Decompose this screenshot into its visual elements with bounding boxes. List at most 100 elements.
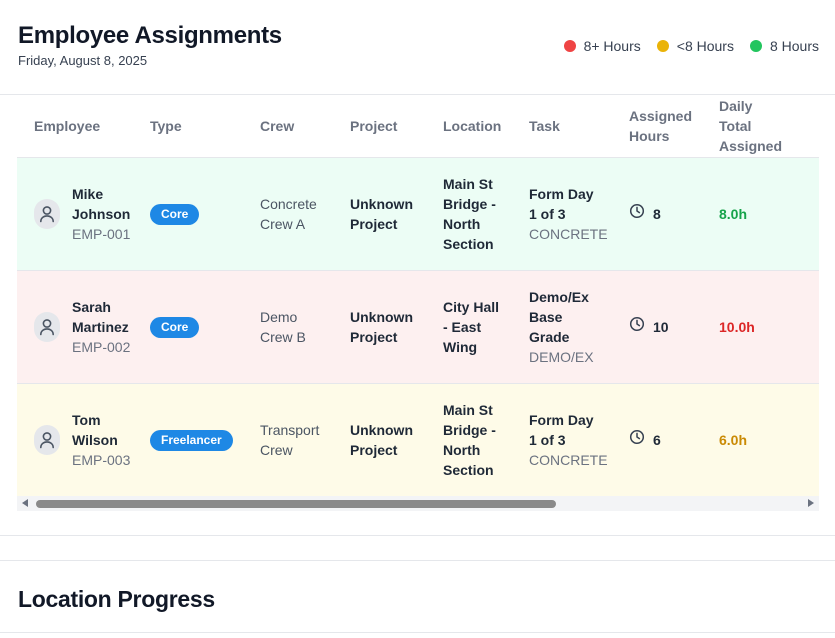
task-category: DEMO/EX: [529, 348, 594, 365]
column-header-project[interactable]: Project: [350, 96, 443, 158]
employee-cell: Tom Wilson EMP-003: [17, 383, 150, 496]
assigned-hours-value: 10: [653, 318, 669, 335]
crew-line: Transport: [260, 421, 320, 438]
scroll-left-arrow-icon[interactable]: [22, 499, 28, 507]
location-line: Main St: [443, 175, 493, 192]
divider: [0, 560, 835, 561]
column-header-crew[interactable]: Crew: [260, 96, 350, 158]
task-cell: Form Day 1 of 3 CONCRETE: [529, 383, 629, 496]
user-icon: [34, 198, 60, 229]
employee-name-last: Wilson: [72, 431, 118, 448]
location-line: Section: [443, 235, 494, 252]
project-line: Project: [350, 328, 398, 345]
scroll-right-arrow-icon[interactable]: [808, 499, 814, 507]
yellow-dot-icon: [656, 40, 669, 52]
employee-name-first: Tom: [72, 411, 101, 428]
crew-line: Crew B: [260, 328, 306, 345]
project-line: Unknown: [350, 421, 413, 438]
crew-line: Demo: [260, 308, 298, 325]
assigned-hours-value: 8: [653, 205, 661, 222]
green-dot-icon: [749, 40, 762, 52]
assignments-table: Employee Type Crew Project Location Task…: [17, 96, 819, 496]
user-icon: [34, 311, 60, 342]
assigned-hours-value: 6: [653, 431, 661, 448]
location-cell: Main St Bridge - North Section: [443, 157, 529, 271]
assignments-table-container[interactable]: Employee Type Crew Project Location Task…: [17, 96, 819, 496]
legend-label: 8+ Hours: [583, 38, 641, 54]
task-cell: Form Day 1 of 3 CONCRETE: [529, 157, 629, 271]
task-line: Base: [529, 308, 563, 325]
crew-cell: Demo Crew B: [260, 270, 350, 384]
task-line: 1 of 3: [529, 431, 566, 448]
column-header-location[interactable]: Location: [443, 96, 529, 158]
table-row[interactable]: Tom Wilson EMP-003 Freelancer Transport …: [17, 383, 819, 496]
crew-cell: Transport Crew: [260, 383, 350, 496]
project-line: Project: [350, 441, 398, 458]
clock-icon: [629, 203, 645, 224]
table-row[interactable]: Mike Johnson EMP-001 Core Concrete Crew …: [17, 157, 819, 271]
page-title: Employee Assignments: [18, 22, 282, 49]
employee-id: EMP-001: [72, 225, 131, 242]
employee-name-first: Mike: [72, 185, 104, 202]
legend-label: 8 Hours: [769, 38, 819, 54]
task-line: Form Day: [529, 185, 594, 202]
location-line: Section: [443, 461, 494, 478]
task-category: CONCRETE: [529, 451, 608, 468]
column-header-assigned-hours[interactable]: Assigned Hours: [629, 96, 719, 158]
legend-label: <8 Hours: [676, 38, 734, 54]
employee-cell: Sarah Martinez EMP-002: [17, 270, 150, 384]
location-cell: City Hall - East Wing: [443, 270, 529, 384]
location-line: Main St: [443, 401, 493, 418]
daily-total-value: 8.0h: [719, 205, 748, 222]
divider: [0, 632, 835, 633]
type-cell: Core: [150, 157, 260, 271]
task-line: Demo/Ex: [529, 288, 589, 305]
location-line: City Hall: [443, 298, 500, 315]
column-header-daily-total[interactable]: Daily Total Assigned: [719, 96, 819, 158]
assigned-hours-cell: 8: [629, 157, 719, 271]
table-header-row: Employee Type Crew Project Location Task…: [17, 96, 819, 158]
task-cell: Demo/Ex Base Grade DEMO/EX: [529, 270, 629, 384]
user-icon: [34, 424, 60, 455]
employee-id: EMP-003: [72, 451, 131, 468]
daily-total-value: 10.0h: [719, 318, 755, 335]
type-badge: Core: [150, 316, 200, 338]
employee-name-last: Martinez: [72, 318, 129, 335]
employee-cell: Mike Johnson EMP-001: [17, 157, 150, 271]
crew-line: Concrete: [260, 195, 317, 212]
divider: [0, 535, 835, 536]
location-line: Bridge -: [443, 195, 496, 212]
project-cell: Unknown Project: [350, 270, 443, 384]
header-line: Daily: [719, 98, 753, 115]
column-header-task[interactable]: Task: [529, 96, 629, 158]
daily-total-value: 6.0h: [719, 431, 748, 448]
clock-icon: [629, 316, 645, 337]
type-badge: Freelancer: [150, 429, 233, 451]
horizontal-scrollbar[interactable]: [17, 496, 819, 511]
task-line: 1 of 3: [529, 205, 566, 222]
table-row[interactable]: Sarah Martinez EMP-002 Core Demo Crew B …: [17, 270, 819, 384]
scrollbar-thumb[interactable]: [36, 500, 556, 508]
column-header-employee[interactable]: Employee: [17, 96, 150, 158]
page-date: Friday, August 8, 2025: [18, 53, 148, 68]
clock-icon: [629, 429, 645, 450]
employee-id: EMP-002: [72, 338, 131, 355]
location-line: Bridge -: [443, 421, 496, 438]
task-category: CONCRETE: [529, 225, 608, 242]
location-progress-title: Location Progress: [18, 586, 215, 612]
employee-name-first: Sarah: [72, 298, 111, 315]
legend-item-exact: 8 Hours: [749, 38, 819, 54]
type-cell: Core: [150, 270, 260, 384]
legend-item-over: 8+ Hours: [563, 38, 641, 54]
location-line: North: [443, 215, 481, 232]
type-cell: Freelancer: [150, 383, 260, 496]
hours-legend: 8+ Hours <8 Hours 8 Hours: [563, 38, 819, 54]
location-line: North: [443, 441, 481, 458]
project-line: Unknown: [350, 195, 413, 212]
legend-item-under: <8 Hours: [656, 38, 734, 54]
column-header-type[interactable]: Type: [150, 96, 260, 158]
header-line: Assigned: [719, 138, 783, 155]
daily-total-cell: 10.0h: [719, 270, 819, 384]
red-dot-icon: [563, 40, 576, 52]
task-line: Grade: [529, 328, 570, 345]
